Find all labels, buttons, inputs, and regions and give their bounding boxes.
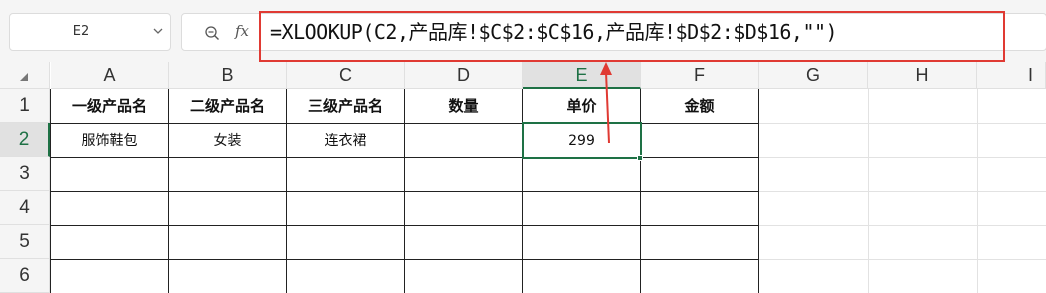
chevron-down-icon[interactable]: [153, 26, 163, 36]
row-header-1[interactable]: 1: [0, 89, 50, 123]
cell-b1[interactable]: 二级产品名: [169, 89, 286, 123]
gridline: [759, 259, 1046, 260]
select-all-corner[interactable]: [0, 62, 50, 89]
column-header-i[interactable]: I: [977, 62, 1046, 89]
column-header-g[interactable]: G: [759, 62, 868, 89]
row-header-3[interactable]: 3: [0, 157, 50, 191]
table-border: [50, 225, 759, 226]
column-header-c[interactable]: C: [287, 62, 405, 89]
fill-handle[interactable]: [637, 155, 643, 161]
cell-c1[interactable]: 三级产品名: [287, 89, 404, 123]
cell-f2[interactable]: [641, 124, 758, 158]
table-border: [50, 191, 759, 192]
column-header-e[interactable]: E: [523, 62, 641, 89]
row-header-5[interactable]: 5: [0, 225, 50, 259]
cell-a1[interactable]: 一级产品名: [51, 89, 168, 123]
selected-cell-outline: [522, 122, 642, 159]
cell-d1[interactable]: 数量: [405, 89, 522, 123]
cell-a2[interactable]: 服饰鞋包: [51, 124, 168, 158]
name-box[interactable]: E2: [9, 13, 171, 51]
row-header-6[interactable]: 6: [0, 259, 50, 293]
zoom-icon[interactable]: [204, 25, 220, 41]
column-header-a[interactable]: A: [51, 62, 169, 89]
formula-input-area[interactable]: fx =XLOOKUP(C2,产品库!$C$2:$C$16,产品库!$D$2:$…: [181, 13, 1046, 51]
cell-d2[interactable]: [405, 124, 522, 158]
gridline: [759, 225, 1046, 226]
fx-icon[interactable]: fx: [235, 22, 249, 40]
select-all-icon: [20, 73, 28, 81]
spreadsheet-grid: A B C D E F G H I 1 2 3 4 5 6 一级产品名 二级产品…: [0, 62, 1046, 293]
cell-b2[interactable]: 女装: [169, 124, 286, 158]
gridline: [759, 157, 1046, 158]
row-header-4[interactable]: 4: [0, 191, 50, 225]
gridline: [759, 191, 1046, 192]
gridline: [759, 123, 1046, 124]
cell-c2[interactable]: 连衣裙: [287, 124, 404, 158]
row-header-2[interactable]: 2: [0, 123, 50, 157]
column-header-f[interactable]: F: [641, 62, 759, 89]
column-header-h[interactable]: H: [868, 62, 977, 89]
name-box-value: E2: [72, 24, 90, 39]
column-header-b[interactable]: B: [169, 62, 287, 89]
cell-e1[interactable]: 单价: [523, 89, 640, 123]
formula-bar: E2 fx =XLOOKUP(C2,产品库!$C$2:$C$16,产品库!$D$…: [0, 0, 1046, 62]
table-border: [50, 259, 759, 260]
column-header-d[interactable]: D: [405, 62, 523, 89]
formula-text[interactable]: =XLOOKUP(C2,产品库!$C$2:$C$16,产品库!$D$2:$D$1…: [270, 16, 838, 48]
cell-f1[interactable]: 金额: [641, 89, 758, 123]
